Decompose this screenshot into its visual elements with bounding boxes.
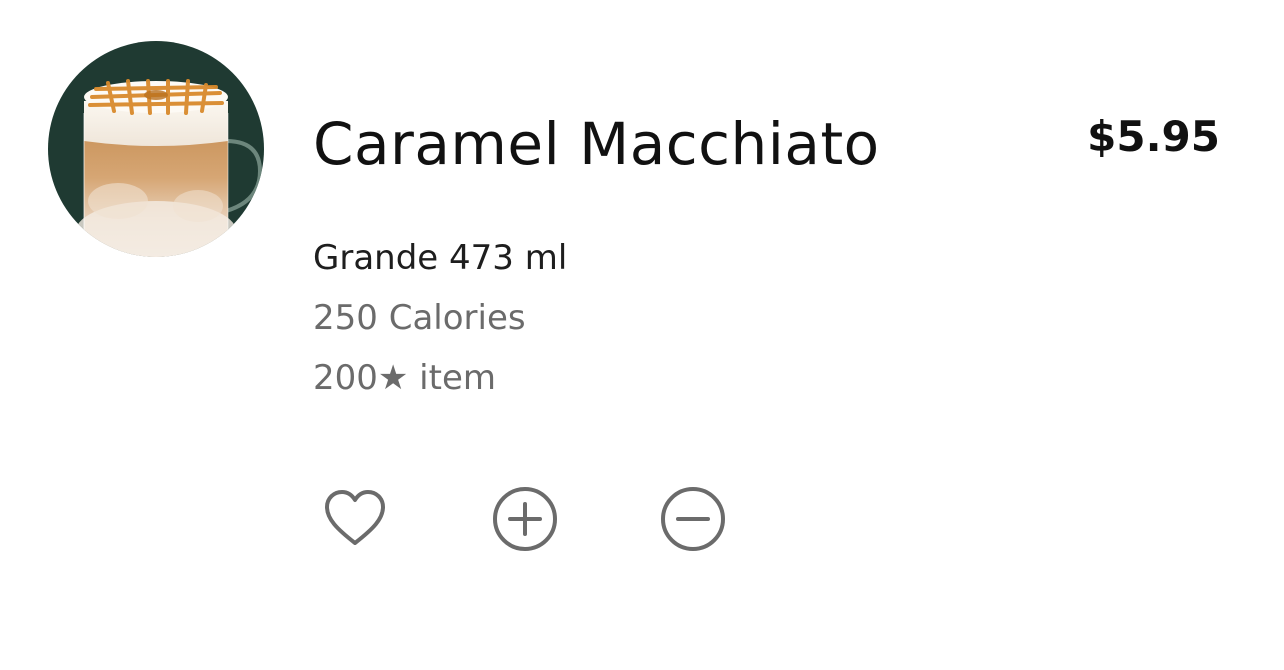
add-button[interactable] (488, 482, 562, 556)
product-image (48, 41, 264, 257)
menu-item-card[interactable]: Caramel Macchiato $5.95 Grande 473 ml 25… (0, 0, 1284, 670)
heart-icon (325, 490, 385, 545)
product-stars-cost: 200★ item (313, 358, 496, 398)
product-name: Caramel Macchiato (313, 110, 880, 178)
minus-circle-icon (661, 487, 725, 551)
plus-circle-icon (493, 487, 557, 551)
product-price: $5.95 (1087, 112, 1220, 161)
product-size: Grande 473 ml (313, 238, 568, 278)
favorite-button[interactable] (318, 482, 392, 556)
product-calories: 250 Calories (313, 298, 526, 338)
caramel-macchiato-drink-image (48, 41, 264, 257)
remove-button[interactable] (656, 482, 730, 556)
